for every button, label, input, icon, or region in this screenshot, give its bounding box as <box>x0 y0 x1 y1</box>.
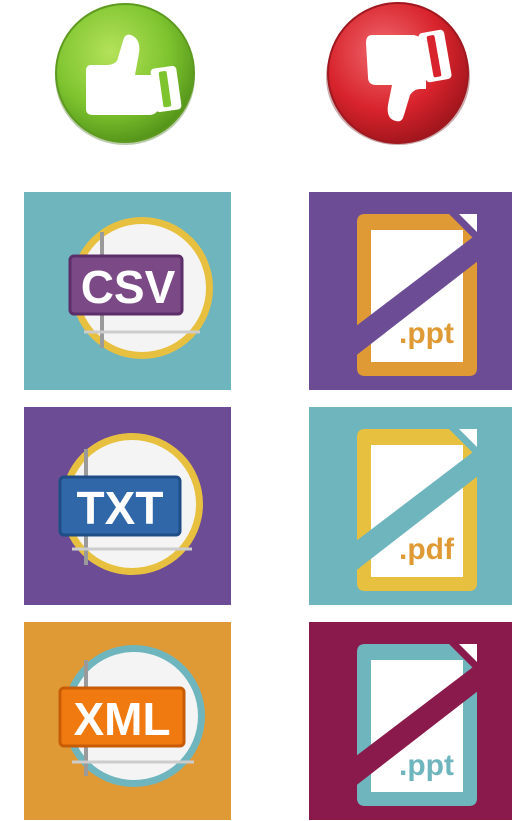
thumbs-up-icon <box>55 3 195 145</box>
rejected-format-ppt-tile: .ppt <box>309 192 512 390</box>
accepted-format-txt-tile: TXT <box>24 407 231 605</box>
accepted-format-xml-tile: XML <box>24 622 231 820</box>
file-icon <box>335 214 487 376</box>
ppt-label-2: .ppt <box>399 749 454 782</box>
file-icon <box>335 429 487 591</box>
file-icon <box>335 644 487 806</box>
pdf-label: .pdf <box>399 533 454 566</box>
thumbs-down-icon <box>326 2 470 145</box>
csv-label: CSV <box>80 261 176 313</box>
thumbs-up-badge <box>51 1 199 147</box>
rejected-format-ppt-tile-2: .ppt <box>309 622 512 820</box>
thumbs-down-badge <box>322 1 474 147</box>
txt-label: TXT <box>76 482 164 534</box>
accepted-format-csv-tile: CSV <box>24 192 231 390</box>
ppt-label: .ppt <box>399 317 454 350</box>
rejected-format-pdf-tile: .pdf <box>309 407 512 605</box>
xml-label: XML <box>73 693 171 745</box>
